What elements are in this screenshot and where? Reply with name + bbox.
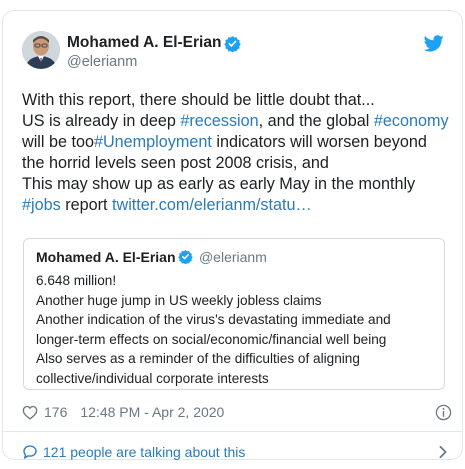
tweet-text-line: #jobs report twitter.com/elerianm/statu…: [22, 195, 454, 216]
quoted-text-line: Another huge jump in US weekly jobless c…: [36, 292, 322, 308]
quoted-text-line: longer-term effects on social/economic/f…: [36, 331, 387, 347]
quoted-text-line: Another indication of the virus's devast…: [36, 312, 391, 328]
twitter-bird-icon[interactable]: [424, 35, 444, 52]
talking-about-text[interactable]: 121 people are talking about this: [43, 444, 245, 460]
tweet-text-segment: With this report, there should be little…: [22, 91, 375, 109]
tweet-author[interactable]: Mohamed A. El-Erian @elerianm: [67, 34, 242, 71]
info-icon[interactable]: [435, 404, 452, 421]
like-count[interactable]: 176: [44, 404, 67, 420]
tweet-text-line: will be too#Unemployment indicators will…: [22, 132, 454, 153]
divider: [3, 431, 462, 432]
verified-badge-icon: [224, 35, 242, 52]
tweet-text-segment: the horrid levels seen post 2008 crisis,…: [22, 154, 329, 172]
quoted-author-handle: @elerianm: [198, 248, 267, 265]
quoted-tweet[interactable]: Mohamed A. El-Erian @elerianm 6.648 mill…: [23, 238, 445, 390]
hashtag-link[interactable]: #jobs: [22, 196, 61, 214]
tweet-text-segment: will be too: [22, 133, 94, 151]
hashtag-link[interactable]: #recession: [180, 112, 258, 130]
tweet-text-line: the horrid levels seen post 2008 crisis,…: [22, 153, 454, 174]
quoted-tweet-author: Mohamed A. El-Erian @elerianm: [36, 248, 267, 266]
tweet-meta: 176 12:48 PM - Apr 2, 2020: [22, 402, 452, 422]
hashtag-link[interactable]: #economy: [374, 112, 449, 130]
quoted-tweet-text: 6.648 million! Another huge jump in US w…: [36, 271, 436, 389]
tweet-timestamp[interactable]: 12:48 PM - Apr 2, 2020: [80, 404, 224, 420]
tweet-text-segment: , and the global: [258, 112, 374, 130]
tweet-text-segment: This may show up as early as early May i…: [22, 175, 416, 193]
verified-badge-icon: [177, 250, 193, 265]
quoted-author-name: Mohamed A. El-Erian: [36, 248, 176, 265]
tweet-text: With this report, there should be little…: [22, 90, 454, 216]
conversation-link[interactable]: 121 people are talking about this: [22, 441, 448, 463]
tweet-text-line: With this report, there should be little…: [22, 90, 454, 111]
url-link[interactable]: twitter.com/elerianm/statu…: [112, 196, 312, 214]
tweet-text-line: US is already in deep #recession, and th…: [22, 111, 454, 132]
chevron-right-icon[interactable]: [438, 445, 448, 459]
hashtag-link[interactable]: #Unemployment: [94, 133, 212, 151]
avatar[interactable]: [22, 31, 60, 69]
author-name[interactable]: Mohamed A. El-Erian: [67, 34, 221, 52]
tweet-text-segment: US is already in deep: [22, 112, 181, 130]
quoted-text-line: Also serves as a reminder of the difficu…: [36, 351, 360, 367]
quoted-text-line: collective/individual corporate interest…: [36, 370, 269, 386]
heart-icon[interactable]: [22, 405, 38, 420]
quoted-text-line: 6.648 million!: [36, 273, 117, 288]
embedded-tweet-card: Mohamed A. El-Erian @elerianm With this …: [2, 10, 463, 460]
tweet-text-segment: indicators will worsen beyond: [211, 133, 427, 151]
reply-bubble-icon: [23, 445, 37, 459]
tweet-text-segment: report: [60, 196, 112, 214]
tweet-text-line: This may show up as early as early May i…: [22, 174, 454, 195]
author-handle: @elerianm: [67, 54, 138, 71]
